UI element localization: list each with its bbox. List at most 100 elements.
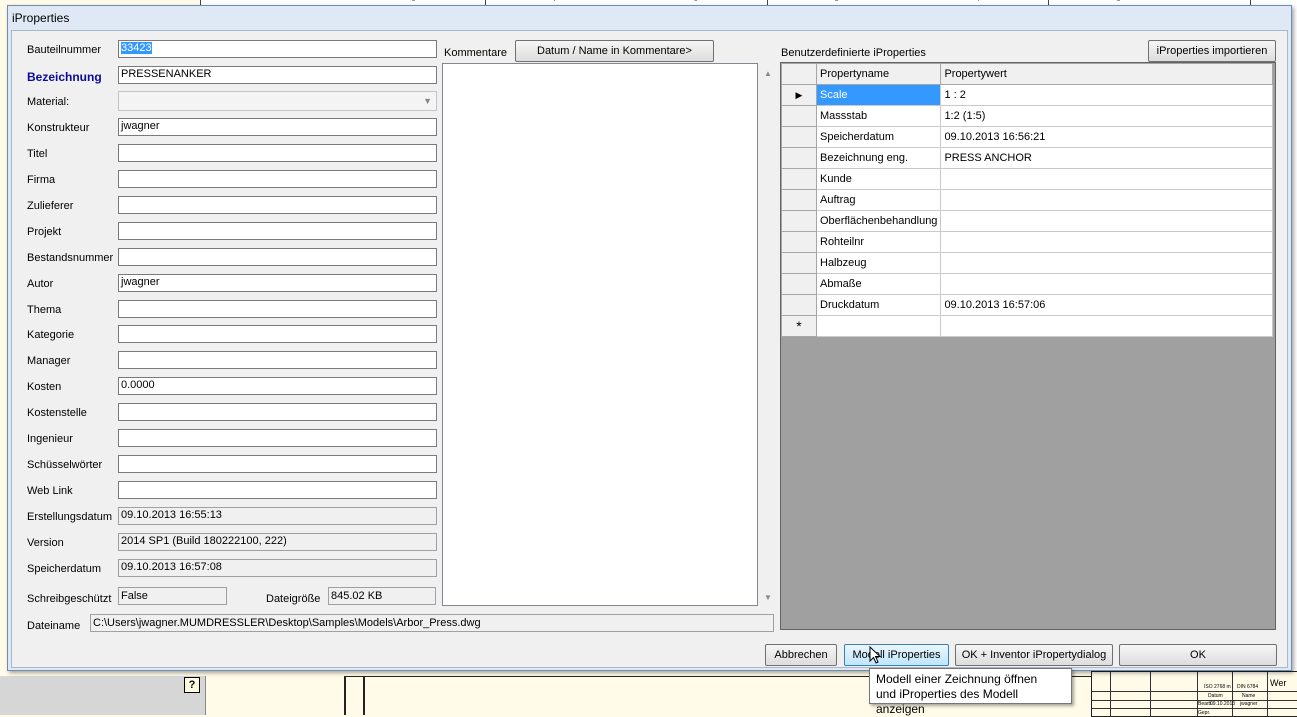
field-input[interactable] — [118, 222, 437, 240]
property-name-cell[interactable]: Oberflächenbehandlung — [815, 210, 942, 232]
write-protected-field[interactable] — [118, 587, 227, 605]
field-label: Bauteilnummer — [27, 44, 101, 56]
field-label: Autor — [27, 278, 54, 290]
grid-row-header[interactable] — [781, 147, 817, 169]
property-value-cell[interactable] — [940, 189, 1274, 211]
grid-row[interactable]: Rohteilnr — [781, 231, 1274, 253]
grid-row[interactable]: ▶ Scale 1 : 2 — [781, 84, 1274, 106]
grid-column-header[interactable]: Propertywert — [940, 63, 1274, 85]
custom-properties-table: Propertyname Propertywert ▶ Scale 1 : 2 Mas… — [781, 63, 1274, 337]
grid-row[interactable]: Speicherdatum 09.10.2013 16:56:21 — [781, 126, 1274, 148]
property-value-cell[interactable]: PRESS ANCHOR — [940, 147, 1274, 169]
new-row-asterisk-icon[interactable]: * — [781, 315, 817, 337]
field-input[interactable] — [118, 455, 437, 473]
file-size-field[interactable] — [328, 587, 436, 605]
grid-column-header[interactable]: Propertyname — [815, 63, 942, 85]
field-input[interactable] — [118, 248, 437, 266]
grid-row[interactable]: Druckdatum 09.10.2013 16:57:06 — [781, 294, 1274, 316]
field-label: Zulieferer — [27, 200, 74, 212]
field-input[interactable] — [118, 325, 437, 343]
field-input[interactable] — [118, 429, 437, 447]
grid-new-row[interactable]: * — [781, 315, 1274, 337]
grid-row-header[interactable] — [781, 168, 817, 190]
property-name-cell[interactable]: Druckdatum — [815, 294, 942, 316]
property-value-cell[interactable]: 09.10.2013 16:57:06 — [940, 294, 1274, 316]
help-icon[interactable]: ? — [184, 677, 200, 693]
dialog-titlebar[interactable]: iProperties — [8, 6, 1291, 28]
property-value-cell[interactable] — [940, 210, 1274, 232]
property-name-cell[interactable]: Scale — [815, 84, 942, 106]
field-input[interactable]: jwagner — [118, 118, 437, 136]
grid-row-header[interactable] — [781, 273, 817, 295]
grid-row-header[interactable] — [781, 189, 817, 211]
chevron-down-icon[interactable]: ▼ — [423, 96, 432, 106]
property-value-cell[interactable] — [940, 252, 1274, 274]
model-iproperties-button[interactable]: Modell iProperties — [844, 644, 949, 666]
ok-inventor-dialog-button[interactable]: OK + Inventor iPropertydialog — [955, 644, 1113, 666]
comments-scroll-up-icon[interactable]: ▲ — [764, 69, 772, 78]
property-value-cell[interactable] — [940, 273, 1274, 295]
grid-row-header[interactable] — [781, 294, 817, 316]
field-input[interactable]: jwagner — [118, 274, 437, 292]
property-value-cell[interactable]: 1:2 (1:5) — [940, 105, 1274, 127]
field-input[interactable]: PRESSENANKER — [118, 66, 437, 84]
grid-row[interactable]: Auftrag — [781, 189, 1274, 211]
property-name-cell[interactable]: Auftrag — [815, 189, 942, 211]
grid-row-header[interactable] — [781, 252, 817, 274]
grid-row[interactable]: Kunde — [781, 168, 1274, 190]
current-row-arrow-icon[interactable]: ▶ — [781, 84, 817, 106]
grid-row-header[interactable] — [781, 126, 817, 148]
field-label: Kategorie — [27, 329, 75, 341]
import-iproperties-button[interactable]: iProperties importieren — [1148, 40, 1276, 62]
field-input[interactable] — [118, 300, 437, 318]
comments-textarea[interactable] — [442, 63, 758, 606]
titleblock-drawn-date: 09.10.2013 — [1210, 701, 1236, 707]
field-input[interactable] — [118, 351, 437, 369]
property-name-cell[interactable]: Halbzeug — [815, 252, 942, 274]
field-value: PRESSENANKER — [121, 68, 212, 80]
material-combo[interactable]: ▼ — [118, 91, 437, 111]
field-input[interactable] — [118, 144, 437, 162]
property-value-cell[interactable] — [940, 231, 1274, 253]
field-input[interactable] — [118, 196, 437, 214]
property-value-cell[interactable]: 09.10.2013 16:56:21 — [940, 126, 1274, 148]
grid-row[interactable]: Massstab 1:2 (1:5) — [781, 105, 1274, 127]
property-name-cell[interactable]: Kunde — [815, 168, 942, 190]
field-input[interactable]: 0.0000 — [118, 377, 437, 395]
field-input[interactable]: 2014 SP1 (Build 180222100, 222) — [118, 533, 437, 551]
field-label: Kosten — [27, 381, 62, 393]
grid-row[interactable]: Oberflächenbehandlung — [781, 210, 1274, 232]
drawing-frame-line — [344, 676, 346, 715]
property-value-cell[interactable] — [940, 168, 1274, 190]
titleblock-standard: DIN 6784 — [1237, 684, 1259, 690]
new-row-value-cell[interactable] — [940, 315, 1274, 337]
new-row-name-cell[interactable] — [815, 315, 942, 337]
file-name-label: Dateiname — [27, 620, 81, 632]
field-input[interactable] — [118, 481, 437, 499]
field-value: 09.10.2013 16:57:08 — [121, 561, 222, 573]
field-input[interactable]: 09.10.2013 16:55:13 — [118, 507, 437, 525]
comments-scroll-down-icon[interactable]: ▼ — [764, 593, 772, 602]
field-input[interactable]: 33423 — [118, 40, 437, 58]
file-name-field[interactable] — [90, 614, 774, 632]
property-value-cell[interactable]: 1 : 2 — [940, 84, 1274, 106]
cancel-button[interactable]: Abbrechen — [765, 644, 837, 666]
ok-button[interactable]: OK — [1119, 644, 1277, 666]
grid-row[interactable]: Bezeichnung eng. PRESS ANCHOR — [781, 147, 1274, 169]
property-name-cell[interactable]: Rohteilnr — [815, 231, 942, 253]
grid-row-header[interactable] — [781, 210, 817, 232]
property-name-cell[interactable]: Abmaße — [815, 273, 942, 295]
field-label: Konstrukteur — [27, 122, 90, 134]
property-name-cell[interactable]: Bezeichnung eng. — [815, 147, 942, 169]
field-input[interactable] — [118, 170, 437, 188]
field-label: Bestandsnummer — [27, 252, 114, 264]
grid-row[interactable]: Abmaße — [781, 273, 1274, 295]
grid-row-header[interactable] — [781, 105, 817, 127]
insert-date-name-button[interactable]: Datum / Name in Kommentare> — [515, 40, 714, 62]
property-name-cell[interactable]: Speicherdatum — [815, 126, 942, 148]
field-input[interactable]: 09.10.2013 16:57:08 — [118, 559, 437, 577]
grid-row[interactable]: Halbzeug — [781, 252, 1274, 274]
field-input[interactable] — [118, 403, 437, 421]
property-name-cell[interactable]: Massstab — [815, 105, 942, 127]
grid-row-header[interactable] — [781, 231, 817, 253]
